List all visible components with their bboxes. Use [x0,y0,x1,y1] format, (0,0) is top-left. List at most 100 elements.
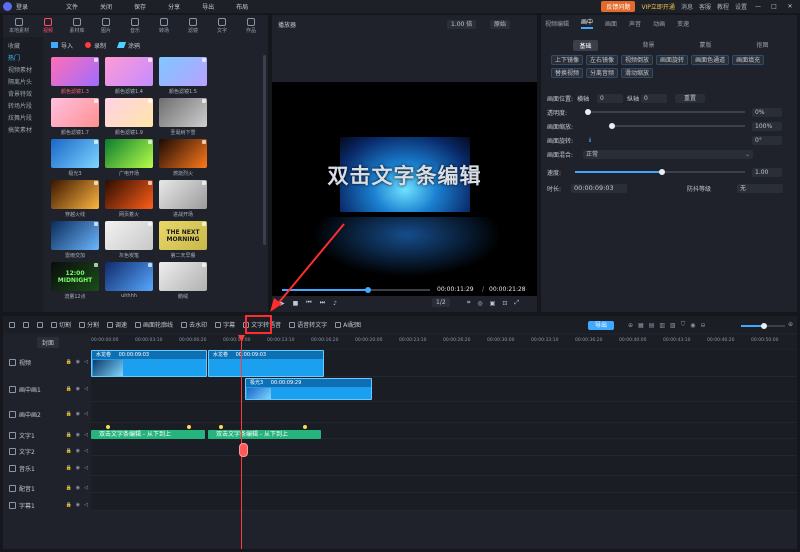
track-lane[interactable] [91,493,797,511]
media-tile[interactable]: 12:00 MIDNIGHT 流量12点 [51,262,99,303]
zoom-in-icon[interactable]: ⊕ [788,321,793,328]
track-lane[interactable] [91,476,797,493]
timeline-tool-10[interactable]: 语音转文字 [289,320,327,329]
add-icon[interactable] [202,58,206,62]
doodle-button[interactable]: 涂鸦 [116,41,140,50]
preview-scale-select[interactable]: 1/2 [432,298,450,307]
category-item[interactable]: 搞笑素材 [3,125,43,137]
edit-button-1[interactable]: 左右镜像 [586,55,619,65]
text-clip-2[interactable]: 双击文字条编辑 - 从下到上 [208,430,321,439]
props-tab-2[interactable]: 画面 [605,19,617,28]
timeline-tool-3[interactable]: 切割 [51,320,71,329]
scale-handle[interactable] [609,123,615,129]
mute-icon[interactable]: ◁ [84,485,88,491]
zoom-handle[interactable] [761,323,767,329]
layout-d-icon[interactable]: ▧ [670,322,676,329]
category-item[interactable]: 背景特效 [3,89,43,101]
keyframe-marker[interactable] [219,425,223,429]
progress-handle[interactable] [364,287,371,293]
rotate-info-icon[interactable]: ℹ [589,137,591,144]
pos-x-input[interactable]: 0 [597,93,623,103]
eye-icon[interactable]: ◉ [76,448,80,454]
edit-button-0[interactable]: 上下镜像 [551,55,584,65]
subtab-background[interactable]: 背景 [642,40,654,51]
preview-overlay-text[interactable]: 双击文字条编辑 [272,160,537,190]
export-button[interactable]: 导出 [588,321,615,330]
add-icon[interactable] [94,222,98,226]
track-lane[interactable] [91,377,797,402]
timeline-tool-7[interactable]: 去水印 [181,320,207,329]
timeline-tool-8[interactable]: 字幕 [215,320,235,329]
timeline-tool-5[interactable]: 调速 [107,320,127,329]
speed-handle[interactable] [659,169,665,175]
track-lane[interactable] [91,402,797,423]
feedback-button[interactable]: 反馈问题 [601,1,636,12]
layout-c-icon[interactable]: ▥ [659,322,665,329]
props-tab-1[interactable]: 画中 [581,17,594,29]
media-tile[interactable]: 圣诞树下雪 [159,98,207,139]
media-tile[interactable]: THE NEXT MORNING 第二天早餐 [159,221,207,262]
lock-icon[interactable]: 🔒 [66,465,72,471]
media-tile[interactable]: 穿越火线 [51,180,99,221]
add-icon[interactable] [94,263,98,267]
edit-button-2[interactable]: 视频倒放 [621,55,654,65]
library-tab-6[interactable]: 滤镜 [183,15,203,37]
eye-icon[interactable]: ◉ [76,386,80,392]
scale-input[interactable]: 100% [752,121,782,131]
timeline-tool-1[interactable] [23,321,29,328]
category-item[interactable]: 转场片段 [3,101,43,113]
mute-icon[interactable]: ◁ [84,448,88,454]
media-tile[interactable]: uhhhh [105,262,153,303]
text-clip-1[interactable]: 双击文字条编辑 - 从下到上 [91,430,205,439]
media-tile[interactable]: 颜色滤镜1.3 [51,57,99,98]
props-tab-0[interactable]: 视频编辑 [545,19,569,28]
opacity-input[interactable]: 0% [752,107,782,117]
record-button[interactable]: 录制 [85,41,106,50]
edit-button-6[interactable]: 替换视频 [551,68,584,78]
library-tab-0[interactable]: 本地素材 [9,15,29,37]
timeline-zoom-slider[interactable] [741,323,785,329]
add-icon[interactable] [148,222,152,226]
eye-icon[interactable]: ◉ [76,502,80,508]
media-tile[interactable]: 颜色滤镜1.4 [105,57,153,98]
media-tile[interactable]: 网页着火 [105,180,153,221]
eye-icon[interactable]: ◉ [76,432,80,438]
minimize-icon[interactable]: — [753,3,763,10]
eye-icon[interactable]: ◉ [76,411,80,417]
speed-input[interactable]: 1.00 [752,167,782,177]
subtitle-drop-marker[interactable] [239,443,248,457]
timeline-tool-11[interactable]: AI配图 [335,320,361,329]
media-tile[interactable]: 鹅绒 [159,262,207,303]
library-tab-2[interactable]: 素材库 [67,15,87,37]
add-icon[interactable] [94,58,98,62]
messages-link[interactable]: 消息 [681,2,693,11]
subtab-basic[interactable]: 基础 [573,40,598,51]
menu-save[interactable]: 保存 [134,2,146,11]
category-item[interactable]: 视频素材 [3,65,43,77]
add-icon[interactable] [148,263,152,267]
zoom-fit-icon[interactable]: ⊕ [628,322,633,329]
timeline-tool-0[interactable] [9,321,15,328]
add-icon[interactable] [202,181,206,185]
mute-icon[interactable]: ◁ [84,359,88,365]
add-icon[interactable] [202,263,206,267]
keyframe-marker[interactable] [106,425,110,429]
media-tile[interactable]: 颜色滤镜1.9 [105,98,153,139]
lock-icon[interactable]: 🔒 [66,448,72,454]
library-tab-5[interactable]: 转场 [154,15,174,37]
mute-icon[interactable]: ◁ [84,432,88,438]
pip-clip[interactable]: 极光3 00:00:09:29 [245,378,372,400]
media-tile[interactable]: 极光3 [51,139,99,180]
props-tab-3[interactable]: 声音 [629,19,641,28]
library-scrollbar[interactable] [263,55,266,245]
mute-icon[interactable]: ◁ [84,502,88,508]
category-item[interactable]: 隔离片头 [3,77,43,89]
speed-slider[interactable] [575,169,745,175]
media-tile[interactable]: 进战开场 [159,180,207,221]
reset-position-button[interactable]: 重置 [675,93,705,103]
snap-icon[interactable]: ⛉ [681,321,686,329]
rotate-input[interactable]: 0° [752,135,782,145]
maximize-icon[interactable]: □ [769,3,779,10]
timeline-tool-6[interactable]: 画面轮廓线 [135,320,173,329]
keyframe-marker[interactable] [187,425,191,429]
